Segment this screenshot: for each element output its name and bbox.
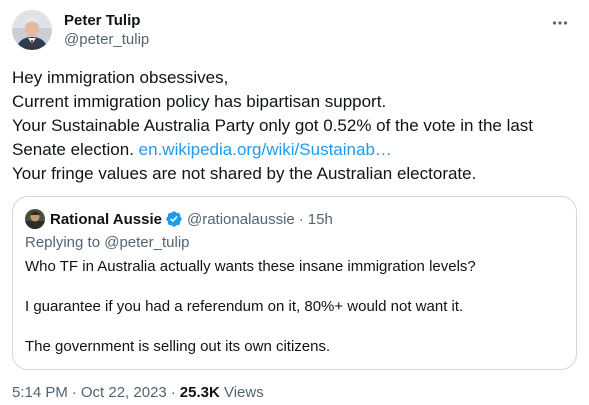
tweet-date[interactable]: Oct 22, 2023 (81, 384, 167, 401)
tweet-meta: 5:14 PM · Oct 22, 2023 · 25.3K Views (12, 383, 264, 403)
quoted-author-name[interactable]: Rational Aussie (50, 211, 162, 228)
verified-badge-icon (165, 210, 183, 228)
separator-dot: · (298, 210, 304, 228)
quoted-tweet-header: Rational Aussie @rationalaussie · 15h (25, 209, 333, 229)
separator-dot: · (170, 384, 176, 401)
wikipedia-link[interactable]: en.wikipedia.org/wiki/Sustainab… (139, 140, 392, 159)
quoted-tweet-time[interactable]: 15h (308, 211, 333, 228)
tweet-line: Your fringe values are not shared by the… (12, 164, 477, 183)
tweet-line: Your Sustainable Australia Party only go… (12, 116, 534, 135)
author-avatar-image (12, 10, 52, 50)
quoted-paragraph: The government is selling out its own ci… (25, 338, 331, 355)
quoted-author-handle[interactable]: @rationalaussie (187, 211, 295, 228)
quoted-tweet[interactable]: Rational Aussie @rationalaussie · 15h Re… (12, 196, 577, 370)
quoted-tweet-text: Who TF in Australia actually wants these… (25, 257, 565, 357)
quoted-paragraph: Who TF in Australia actually wants these… (25, 258, 476, 275)
views-count: 25.3K (179, 384, 220, 401)
tweet-line: Current immigration policy has bipartisa… (12, 92, 387, 111)
tweet-text: Hey immigration obsessives, Current immi… (12, 66, 577, 186)
tweet-line-with-link: Senate election. en.wikipedia.org/wiki/S… (12, 138, 577, 162)
replying-to: Replying to @peter_tulip (25, 234, 190, 251)
author-display-name[interactable]: Peter Tulip (64, 11, 149, 30)
author-names: Peter Tulip @peter_tulip (64, 11, 149, 50)
tweet-line: Senate election. (12, 140, 139, 159)
quoted-author-avatar[interactable] (25, 209, 45, 229)
tweet-time[interactable]: 5:14 PM (12, 384, 68, 401)
tweet-line: Hey immigration obsessives, (12, 68, 229, 87)
author-handle[interactable]: @peter_tulip (64, 30, 149, 50)
views-label: Views (219, 384, 264, 401)
tweet-header: Peter Tulip @peter_tulip (12, 10, 577, 54)
separator-dot: · (71, 384, 77, 401)
quoted-paragraph: I guarantee if you had a referendum on i… (25, 298, 464, 315)
author-avatar[interactable] (12, 10, 52, 50)
more-options-icon[interactable] (549, 12, 571, 34)
